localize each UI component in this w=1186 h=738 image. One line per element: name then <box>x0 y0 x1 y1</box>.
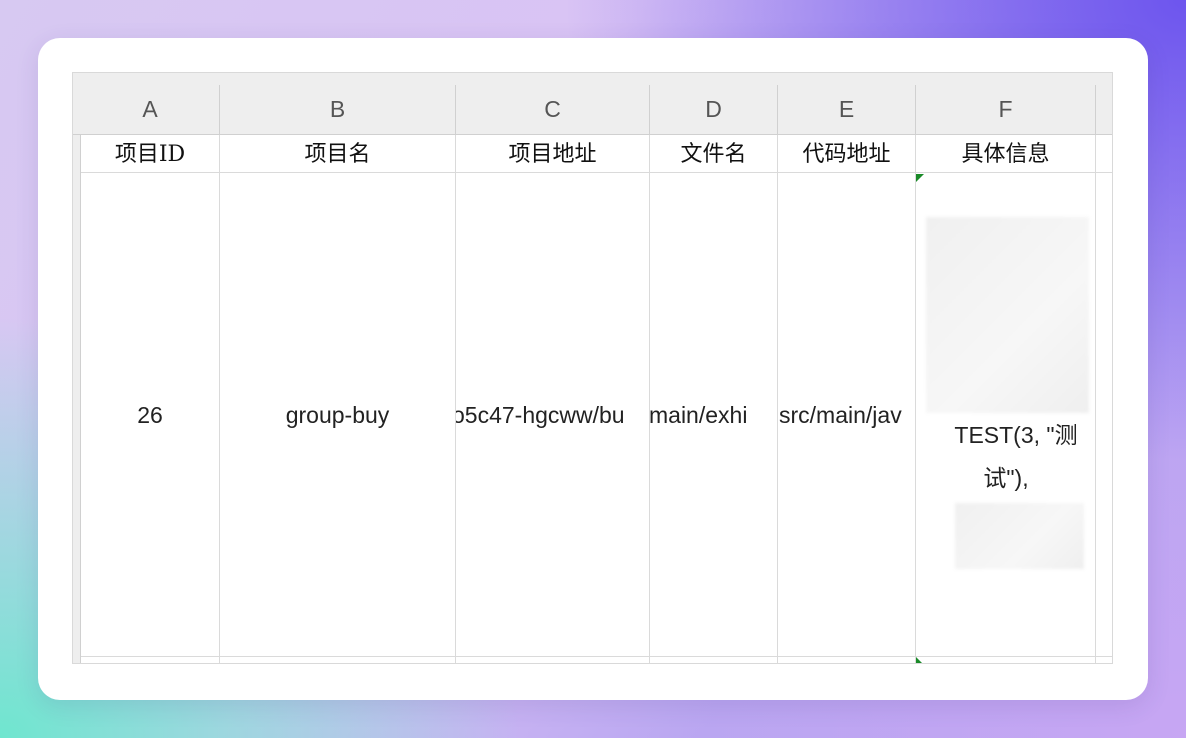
spreadsheet-grid[interactable]: A B C D E F 项目ID 项目名 项目地址 文件名 代码地址 具体信息 … <box>72 72 1113 664</box>
column-header-d[interactable]: D <box>650 85 778 135</box>
cell-a2[interactable]: 26 <box>81 173 220 657</box>
column-header-a[interactable]: A <box>81 85 220 135</box>
cell-e2[interactable]: src/main/jav <box>778 173 916 657</box>
cell-d2-text: main/exhi <box>650 402 748 428</box>
cell-f2-line2: 试"), <box>983 465 1029 491</box>
cell-f3[interactable] <box>916 657 1096 663</box>
cell-c2-text: o5c47-hgcww/bu <box>456 402 625 428</box>
cell-e3[interactable] <box>778 657 916 663</box>
cell-d2[interactable]: main/exhi <box>650 173 778 657</box>
cell-g1[interactable] <box>1096 135 1112 173</box>
cell-b1[interactable]: 项目名 <box>220 135 456 173</box>
cell-d1[interactable]: 文件名 <box>650 135 778 173</box>
cell-c1[interactable]: 项目地址 <box>456 135 650 173</box>
column-header-c[interactable]: C <box>456 85 650 135</box>
cell-c3[interactable] <box>456 657 650 663</box>
column-header-e[interactable]: E <box>778 85 916 135</box>
row-header-gutter <box>73 135 81 663</box>
selection-corner-marker <box>916 657 924 663</box>
cell-e2-text: src/main/jav <box>779 402 902 428</box>
selection-corner-marker <box>916 174 924 182</box>
cell-g2[interactable] <box>1096 173 1112 657</box>
cell-d3[interactable] <box>650 657 778 663</box>
cell-b2[interactable]: group-buy <box>220 173 456 657</box>
cell-c2[interactable]: o5c47-hgcww/bu <box>456 173 650 657</box>
cell-b3[interactable] <box>220 657 456 663</box>
cell-e1[interactable]: 代码地址 <box>778 135 916 173</box>
column-header-g[interactable] <box>1096 85 1112 135</box>
column-header-b[interactable]: B <box>220 85 456 135</box>
cell-f2[interactable]: TEST(3, "测 试"), <box>916 173 1096 657</box>
cell-f1[interactable]: 具体信息 <box>916 135 1096 173</box>
blurred-content-bottom <box>955 503 1084 569</box>
cell-f2-line1: TEST(3, "测 <box>954 422 1078 448</box>
cell-a3[interactable] <box>81 657 220 663</box>
blurred-content-top <box>926 217 1089 413</box>
column-header-f[interactable]: F <box>916 85 1096 135</box>
cell-a1[interactable]: 项目ID <box>81 135 220 173</box>
